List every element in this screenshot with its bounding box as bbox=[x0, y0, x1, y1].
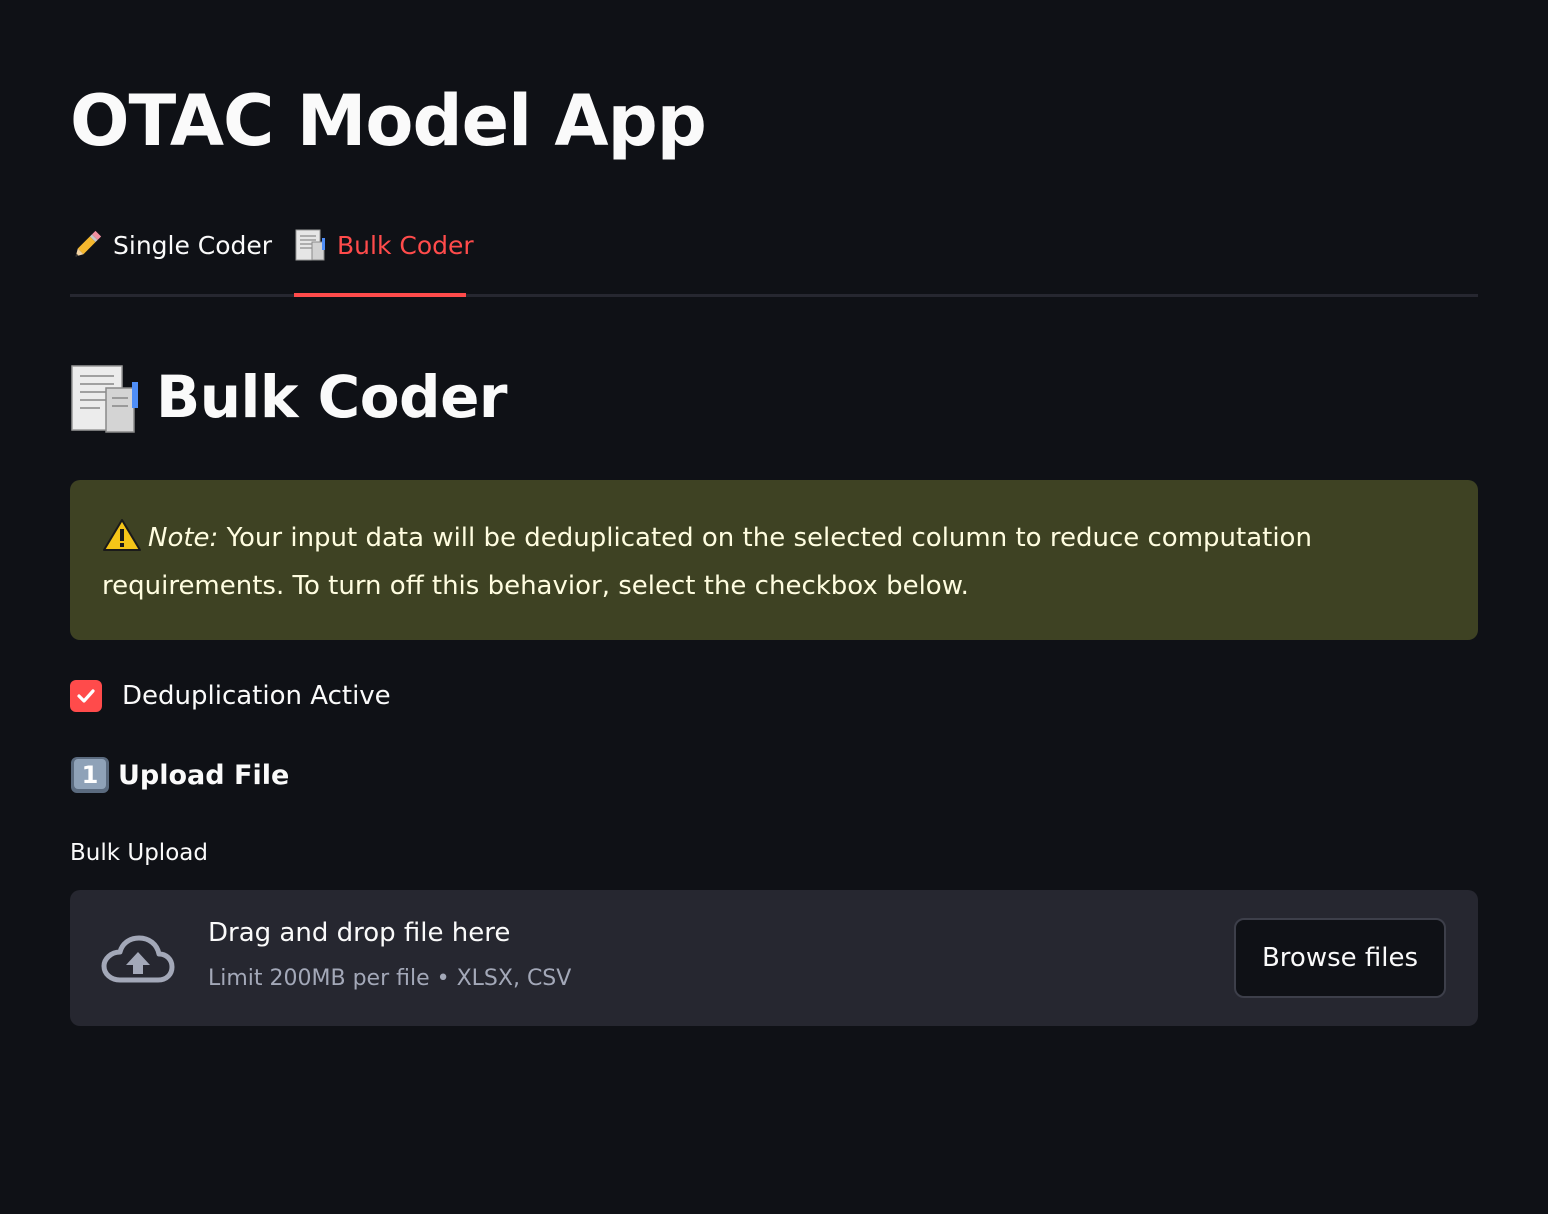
svg-text:1: 1 bbox=[82, 761, 99, 789]
app-title: OTAC Model App bbox=[70, 80, 707, 162]
upload-step-title: Upload File bbox=[118, 759, 290, 791]
tab-divider bbox=[70, 294, 1478, 297]
checkbox-label: Deduplication Active bbox=[122, 681, 391, 711]
tab-bulk-coder[interactable]: Bulk Coder bbox=[294, 228, 474, 294]
warning-icon bbox=[102, 518, 142, 552]
browse-files-button[interactable]: Browse files bbox=[1234, 918, 1446, 998]
upload-step-heading: 1 Upload File bbox=[70, 756, 289, 794]
tab-single-coder[interactable]: Single Coder bbox=[70, 228, 272, 294]
file-dropzone[interactable]: Drag and drop file here Limit 200MB per … bbox=[70, 890, 1478, 1026]
warning-alert: Note: Your input data will be deduplicat… bbox=[70, 480, 1478, 640]
alert-note-label: Note: bbox=[148, 523, 219, 553]
document-icon bbox=[70, 360, 140, 434]
pencil-icon bbox=[70, 228, 104, 262]
uploader-label: Bulk Upload bbox=[70, 840, 208, 866]
cloud-upload-icon bbox=[100, 932, 176, 986]
keycap-one-icon: 1 bbox=[70, 756, 110, 794]
alert-message: Your input data will be deduplicated on … bbox=[102, 523, 1312, 601]
checkmark-icon bbox=[77, 689, 95, 703]
dropzone-title: Drag and drop file here bbox=[208, 918, 511, 948]
active-tab-indicator bbox=[294, 293, 466, 297]
checkbox-checked[interactable] bbox=[70, 680, 102, 712]
section-title: Bulk Coder bbox=[156, 363, 508, 431]
document-icon bbox=[294, 228, 328, 262]
section-heading: Bulk Coder bbox=[70, 360, 508, 434]
dropzone-limit-text: Limit 200MB per file • XLSX, CSV bbox=[208, 966, 572, 991]
tab-label: Bulk Coder bbox=[337, 231, 474, 260]
tab-label: Single Coder bbox=[113, 231, 273, 260]
deduplication-checkbox[interactable]: Deduplication Active bbox=[70, 674, 391, 718]
tab-bar: Single Coder Bulk Coder bbox=[70, 228, 1478, 298]
